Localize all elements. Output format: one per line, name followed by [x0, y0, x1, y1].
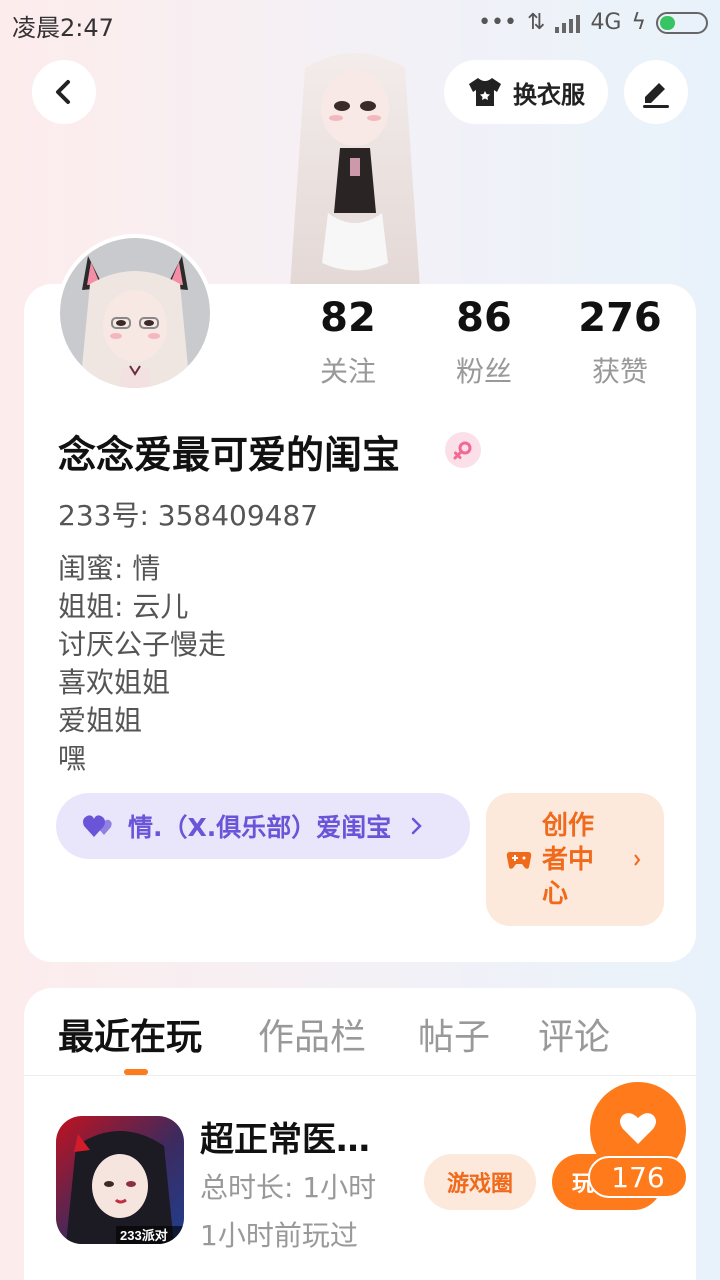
- female-gender-icon: [445, 432, 481, 468]
- more-dots-icon: •••: [478, 10, 517, 35]
- game-icon-label: 233派对: [120, 1228, 168, 1243]
- avatar-image: [80, 256, 190, 388]
- avatar-figure: [270, 48, 440, 288]
- game-icon[interactable]: 233派对: [56, 1116, 184, 1244]
- followers-count: 86: [456, 295, 512, 341]
- heart-icon: [620, 1113, 656, 1144]
- chevron-left-icon: [56, 80, 70, 104]
- bio-line: 爱姐姐: [58, 704, 143, 737]
- followers-label: 粉丝: [455, 355, 512, 388]
- double-heart-icon: [83, 815, 112, 837]
- bio-line: 闺蜜: 情: [58, 552, 161, 585]
- gamepad-icon: [506, 851, 532, 869]
- bio-line: 喜欢姐姐: [58, 666, 171, 699]
- edit-profile-button[interactable]: [624, 60, 688, 124]
- pen-icon: [643, 83, 669, 108]
- chevron-right-icon: [634, 853, 641, 866]
- status-icons: ••• ⇅ 4G ϟ: [478, 10, 708, 35]
- data-transfer-icon: ⇅: [527, 10, 546, 35]
- user-id: 233号: 358409487: [58, 499, 319, 532]
- following-count: 82: [320, 295, 376, 341]
- back-button[interactable]: [32, 60, 96, 124]
- bio-line: 姐姐: 云儿: [58, 590, 189, 623]
- following-label: 关注: [319, 355, 376, 388]
- status-time: 凌晨2:47: [12, 14, 114, 42]
- club-label: 情.（X.俱乐部）爱闺宝: [128, 813, 392, 842]
- game-last-played: 1小时前玩过: [200, 1219, 358, 1252]
- creator-center-label: 创作者中心: [542, 810, 595, 909]
- stat-following[interactable]: 82 关注: [288, 290, 408, 390]
- game-duration: 总时长: 1小时: [200, 1171, 377, 1204]
- divider: [24, 1075, 696, 1076]
- tshirt-icon: [469, 78, 501, 106]
- likes-label: 获赞: [591, 355, 648, 388]
- creator-center-button[interactable]: 创作者中心: [486, 793, 664, 926]
- network-type: 4G: [590, 10, 622, 35]
- tab-works[interactable]: 作品栏: [258, 1008, 366, 1060]
- tab-recent-play[interactable]: 最近在玩: [58, 1008, 202, 1060]
- stat-followers[interactable]: 86 粉丝: [424, 290, 544, 390]
- game-circle-button[interactable]: 游戏圈: [424, 1154, 536, 1210]
- bio-line: 嘿: [58, 742, 87, 775]
- charging-icon: ϟ: [631, 10, 646, 35]
- chevron-right-icon: [412, 817, 423, 835]
- likes-count: 276: [578, 295, 662, 341]
- stat-likes[interactable]: 276 获赞: [560, 290, 680, 390]
- change-outfit-button[interactable]: 换衣服: [444, 60, 608, 124]
- signal-icon: [555, 13, 581, 33]
- avatar[interactable]: [56, 234, 214, 392]
- tab-comments[interactable]: 评论: [538, 1008, 610, 1060]
- status-bar: 凌晨2:47 ••• ⇅ 4G ϟ: [0, 0, 720, 48]
- game-title[interactable]: 超正常医…: [200, 1112, 370, 1161]
- club-link[interactable]: 情.（X.俱乐部）爱闺宝: [56, 793, 470, 859]
- like-count[interactable]: 176: [588, 1156, 688, 1198]
- bio-line: 讨厌公子慢走: [58, 628, 227, 661]
- nickname: 念念爱最可爱的闺宝: [58, 433, 401, 477]
- bio: 闺蜜: 情 姐姐: 云儿 讨厌公子慢走 喜欢姐姐 爱姐姐 嘿: [58, 550, 226, 778]
- change-outfit-label: 换衣服: [513, 80, 585, 109]
- battery-icon: [656, 11, 708, 34]
- tab-posts[interactable]: 帖子: [418, 1008, 490, 1060]
